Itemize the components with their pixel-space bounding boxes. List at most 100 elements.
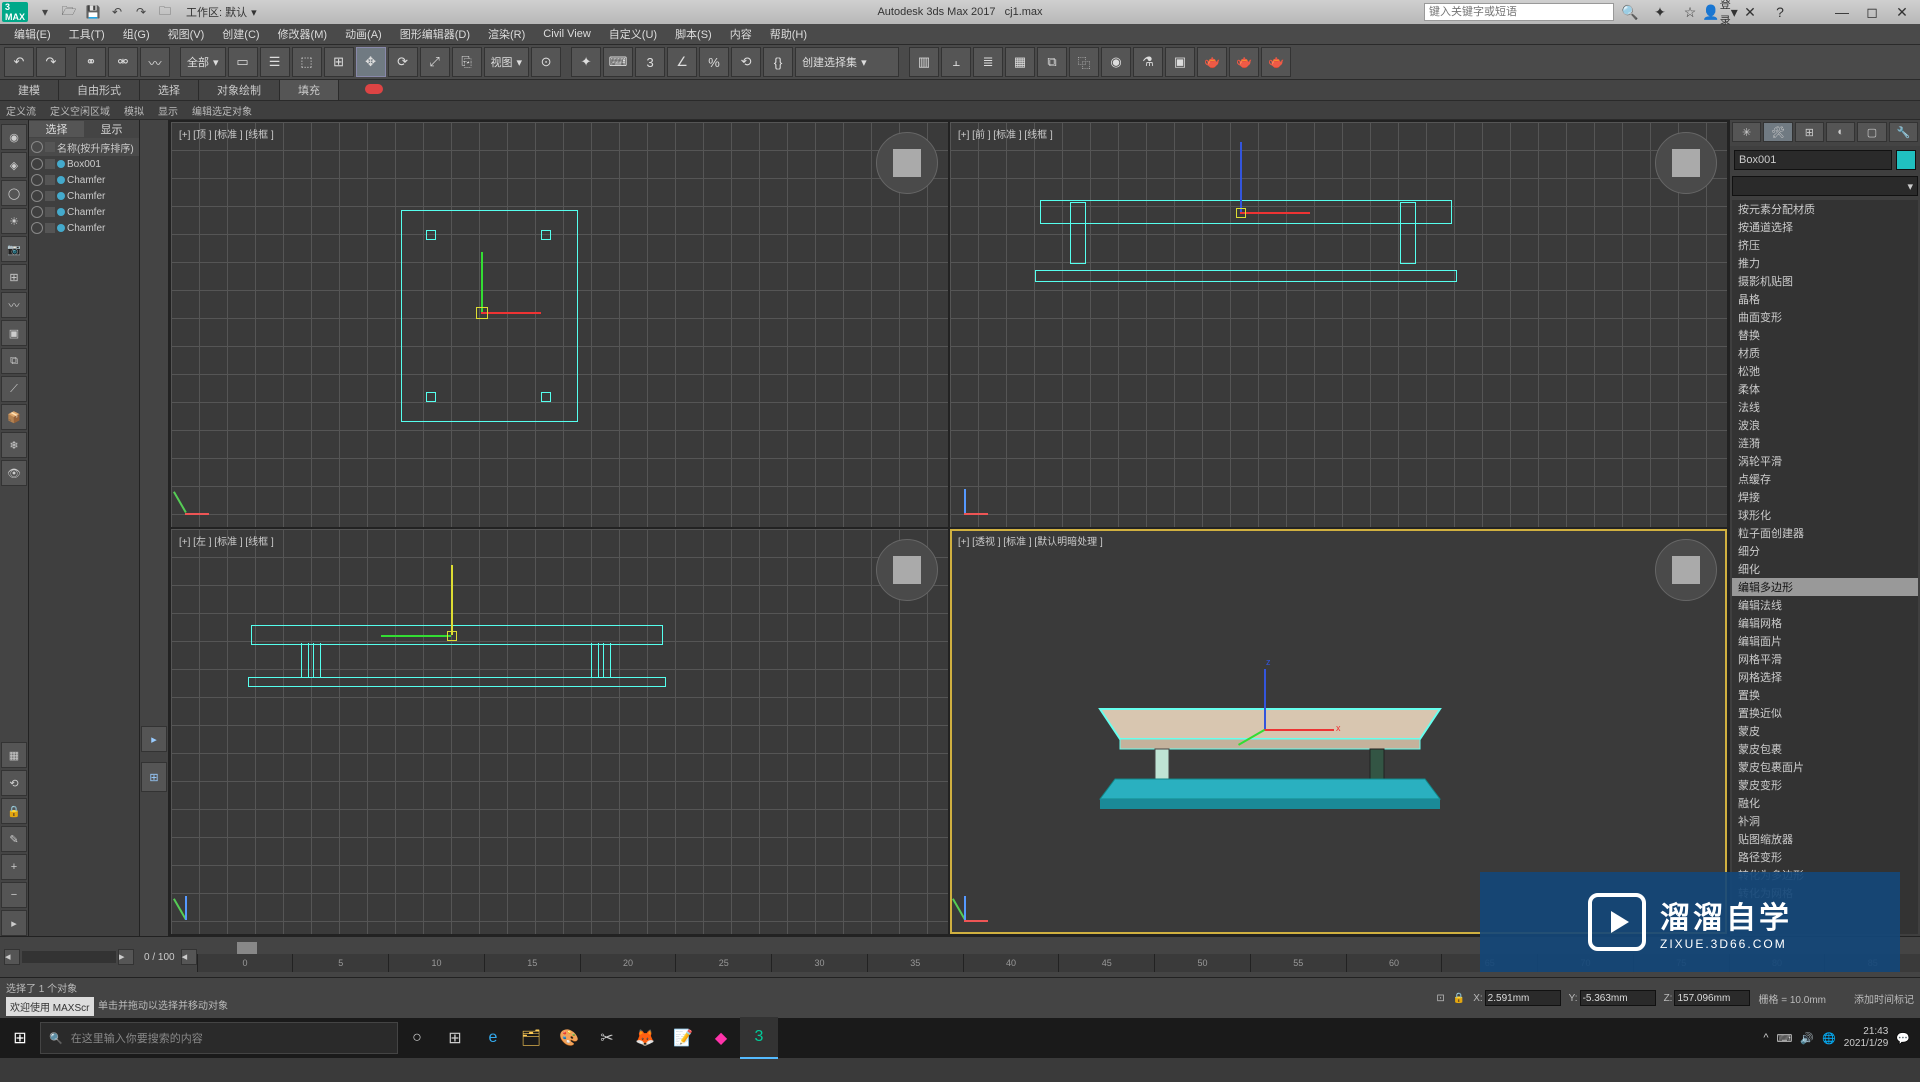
coord-y-field[interactable] (1580, 990, 1656, 1006)
3dsmax-task-icon[interactable]: 3 (740, 1017, 778, 1059)
se-sort-header[interactable]: 名称(按升序排序) (57, 140, 134, 155)
menu-modifiers[interactable]: 修改器(M) (270, 24, 336, 44)
tray-ime-icon[interactable]: ⌨ (1777, 1032, 1793, 1045)
menu-views[interactable]: 视图(V) (160, 24, 213, 44)
menu-content[interactable]: 内容 (722, 24, 760, 44)
mod-item[interactable]: 编辑面片 (1732, 632, 1918, 650)
snip-icon[interactable]: ✂ (588, 1018, 626, 1058)
align-button[interactable]: ⫠ (941, 47, 971, 77)
render-activeshade-button[interactable]: 🫖 (1261, 47, 1291, 77)
menu-civilview[interactable]: Civil View (535, 26, 598, 42)
viewcube-top[interactable] (876, 132, 938, 194)
select-and-place-button[interactable]: ⎘ (452, 47, 482, 77)
mod-item[interactable]: 挤压 (1732, 236, 1918, 254)
signin-button[interactable]: 👤登录▾ (1706, 2, 1734, 22)
hscroll-left-icon[interactable]: ◂ (4, 949, 20, 965)
ribbon-tab-populate[interactable]: 填充 (280, 80, 339, 100)
select-and-rotate-button[interactable]: ⟳ (388, 47, 418, 77)
modifier-list[interactable]: 按元素分配材质 按通道选择 挤压 推力 摄影机贴图 晶格 曲面变形 替换 材质 … (1732, 200, 1918, 934)
render-setup-button[interactable]: ⚗ (1133, 47, 1163, 77)
se-addsel-icon[interactable]: + (1, 854, 27, 880)
select-and-move-button[interactable]: ✥ (356, 47, 386, 77)
bind-spacewarp-button[interactable]: 〰 (140, 47, 170, 77)
menu-group[interactable]: 组(G) (115, 24, 158, 44)
angle-snap-button[interactable]: ∠ (667, 47, 697, 77)
system-clock[interactable]: 21:432021/1/29 (1844, 1026, 1889, 1050)
mod-item[interactable]: 法线 (1732, 398, 1918, 416)
infocenter-search[interactable] (1424, 3, 1614, 21)
ribbon-tab-selection[interactable]: 选择 (140, 80, 199, 100)
mirror-button[interactable]: ▥ (909, 47, 939, 77)
schematic-view-button[interactable]: ⿻ (1069, 47, 1099, 77)
coord-x-field[interactable] (1485, 990, 1561, 1006)
mod-item[interactable]: 焊接 (1732, 488, 1918, 506)
link-button[interactable]: ⚭ (76, 47, 106, 77)
vp-front-label[interactable]: [+] [前 ] [标准 ] [线框 ] (958, 126, 1053, 141)
subribbon-flow[interactable]: 定义流 (6, 103, 36, 118)
redo-button[interactable]: ↷ (36, 47, 66, 77)
se-tab-select[interactable]: 选择 (29, 121, 84, 137)
select-object-button[interactable]: ▭ (228, 47, 258, 77)
mod-item[interactable]: 柔体 (1732, 380, 1918, 398)
mod-item[interactable]: 路径变形 (1732, 848, 1918, 866)
render-production-button[interactable]: 🫖 (1197, 47, 1227, 77)
project-icon[interactable]: 🗀 (154, 1, 176, 23)
maximize-button[interactable]: ◻ (1858, 2, 1886, 22)
mod-item[interactable]: 蒙皮包裹 (1732, 740, 1918, 758)
app-logo[interactable]: 3MAX (2, 2, 28, 22)
select-region-button[interactable]: ⬚ (292, 47, 322, 77)
curve-editor-button[interactable]: ⧉ (1037, 47, 1067, 77)
viewcube-left[interactable] (876, 539, 938, 601)
menu-tools[interactable]: 工具(T) (61, 24, 113, 44)
taskbar-search[interactable]: 🔍 在这里输入你要搜索的内容 (40, 1022, 398, 1054)
render-iterative-button[interactable]: 🫖 (1229, 47, 1259, 77)
cp-modify-icon[interactable]: 🛠 (1763, 122, 1792, 142)
selection-lock-icon[interactable]: 🔒 (1453, 993, 1465, 1004)
add-time-tag-button[interactable]: 添加时间标记 (1854, 991, 1914, 1006)
mod-item[interactable]: 蒙皮变形 (1732, 776, 1918, 794)
toggle-ribbon-button[interactable]: ▦ (1005, 47, 1035, 77)
se-pick-icon[interactable]: ✎ (1, 826, 27, 852)
vp-layout-quad-icon[interactable]: ⊞ (141, 762, 167, 792)
close-button[interactable]: ✕ (1888, 2, 1916, 22)
se-lights-icon[interactable]: ☀ (1, 208, 27, 234)
mod-item[interactable]: 编辑网格 (1732, 614, 1918, 632)
object-name-field[interactable]: Box001 (1734, 150, 1892, 170)
selection-filter-dropdown[interactable]: 全部▾ (180, 47, 226, 77)
subribbon-editsel[interactable]: 编辑选定对象 (192, 103, 252, 118)
menu-rendering[interactable]: 渲染(R) (480, 24, 533, 44)
mod-item[interactable]: 细化 (1732, 560, 1918, 578)
tray-expand-icon[interactable]: ^ (1763, 1032, 1768, 1044)
percent-snap-button[interactable]: % (699, 47, 729, 77)
notification-icon[interactable]: 💬 (1896, 1032, 1910, 1045)
vp-persp-label[interactable]: [+] [透视 ] [标准 ] [默认明暗处理 ] (958, 533, 1103, 548)
minimize-button[interactable]: — (1828, 2, 1856, 22)
viewport-top[interactable]: [+] [顶 ] [标准 ] [线框 ] (171, 122, 948, 527)
cp-display-icon[interactable]: ▢ (1857, 122, 1886, 142)
vp-top-label[interactable]: [+] [顶 ] [标准 ] [线框 ] (179, 126, 274, 141)
subribbon-simulate[interactable]: 模拟 (124, 103, 144, 118)
material-editor-button[interactable]: ◉ (1101, 47, 1131, 77)
subscription-icon[interactable]: ✦ (1646, 2, 1674, 22)
mod-item[interactable]: 材质 (1732, 344, 1918, 362)
se-item-box001[interactable]: Box001 (29, 156, 139, 172)
mod-item[interactable]: 网格选择 (1732, 668, 1918, 686)
viewcube-persp[interactable] (1655, 539, 1717, 601)
mod-item[interactable]: 粒子面创建器 (1732, 524, 1918, 542)
se-item-chamfer3[interactable]: Chamfer (29, 204, 139, 220)
window-crossing-button[interactable]: ⊞ (324, 47, 354, 77)
mod-item[interactable]: 网格平滑 (1732, 650, 1918, 668)
explorer-icon[interactable]: 🗂 (512, 1018, 550, 1058)
mod-item[interactable]: 置换近似 (1732, 704, 1918, 722)
cortana-icon[interactable]: ○ (398, 1018, 436, 1058)
se-shapes-icon[interactable]: ◯ (1, 180, 27, 206)
coord-z-field[interactable] (1674, 990, 1750, 1006)
se-lock-icon[interactable]: 🔒 (1, 798, 27, 824)
mod-item[interactable]: 贴图缩放器 (1732, 830, 1918, 848)
mod-item[interactable]: 球形化 (1732, 506, 1918, 524)
se-sync-icon[interactable]: ⟲ (1, 770, 27, 796)
se-xrefs-icon[interactable]: ⧉ (1, 348, 27, 374)
menu-customize[interactable]: 自定义(U) (601, 24, 665, 44)
named-selection-set-dropdown[interactable]: 创建选择集▾ (795, 47, 899, 77)
app-pink-icon[interactable]: ◆ (702, 1018, 740, 1058)
